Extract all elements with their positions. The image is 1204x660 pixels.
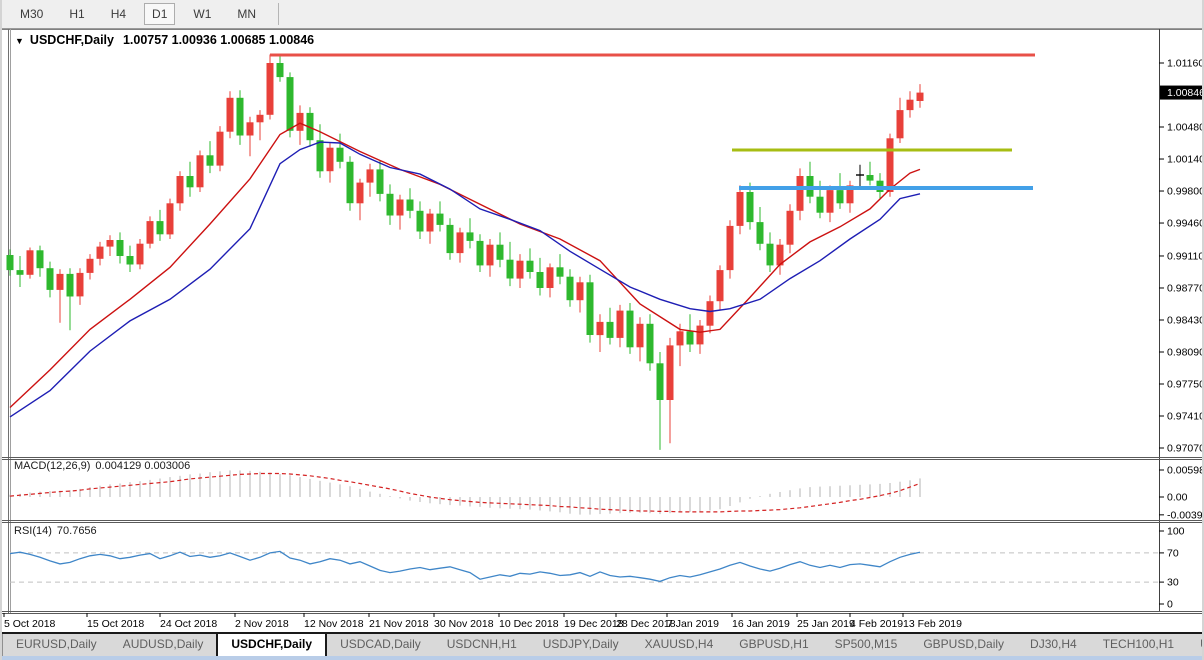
time-axis-label: 24 Oct 2018 <box>160 618 217 630</box>
tab-gbpusd-daily[interactable]: GBPUSD,Daily <box>910 634 1017 658</box>
time-axis-label: 10 Dec 2018 <box>499 618 559 630</box>
time-axis-label: 12 Nov 2018 <box>304 618 364 630</box>
chart-plot-area[interactable]: ▼ USDCHF,Daily 1.00757 1.00936 1.00685 1.0… <box>2 28 1204 632</box>
price-axis-label: 1.00140 <box>1167 154 1204 166</box>
time-axis-label: 7 Jan 2019 <box>667 618 719 630</box>
timeframe-button-m30[interactable]: M30 <box>12 3 51 25</box>
chart-title: ▼ USDCHF,Daily 1.00757 1.00936 1.00685 1.0… <box>15 33 314 47</box>
chart-background <box>7 29 1202 613</box>
time-axis-label: 30 Nov 2018 <box>434 618 494 630</box>
price-axis-label: 0.97410 <box>1167 411 1204 423</box>
price-axis-label: 0.99460 <box>1167 218 1204 230</box>
time-axis-label: 19 Dec 2018 <box>564 618 624 630</box>
price-axis-label: 1.01160 <box>1167 58 1204 70</box>
tab-ui[interactable]: UI <box>1187 634 1202 658</box>
time-axis-label: 21 Nov 2018 <box>369 618 429 630</box>
price-axis-label: 0.98090 <box>1167 346 1204 358</box>
time-axis-label: 5 Oct 2018 <box>4 618 56 630</box>
timeframe-button-h4[interactable]: H4 <box>103 3 134 25</box>
tab-gbpusd-h1[interactable]: GBPUSD,H1 <box>726 634 821 658</box>
macd-axis-label: -0.003954 <box>1167 509 1204 521</box>
tab-usdchf-daily[interactable]: USDCHF,Daily <box>216 634 328 658</box>
macd-values: 0.004129 0.003006 <box>95 460 190 472</box>
time-axis-label: 2 Nov 2018 <box>235 618 289 630</box>
window-bottom-edge <box>2 656 1202 660</box>
timeframe-button-w1[interactable]: W1 <box>185 3 219 25</box>
tab-usdjpy-daily[interactable]: USDJPY,Daily <box>530 634 632 658</box>
rsi-value: 70.7656 <box>57 525 97 537</box>
trading-platform-window: M30 H1 H4 D1 W1 MN ▼ USDCHF,Daily 1.00757 1.009… <box>0 0 1204 660</box>
macd-name: MACD(12,26,9) <box>14 460 90 472</box>
tab-xauusd-h4[interactable]: XAUUSD,H4 <box>632 634 727 658</box>
price-axis-label: 0.97750 <box>1167 379 1204 391</box>
tab-eurusd-daily[interactable]: EURUSD,Daily <box>3 634 110 658</box>
tab-sp500-m15[interactable]: SP500,M15 <box>822 634 911 658</box>
toolbar-separator <box>278 3 280 25</box>
time-axis-label: 15 Oct 2018 <box>87 618 144 630</box>
time-axis-label: 4 Feb 2019 <box>850 618 903 630</box>
tab-dj30-h4[interactable]: DJ30,H4 <box>1017 634 1090 658</box>
rsi-axis-label: 100 <box>1167 526 1185 538</box>
macd-label: MACD(12,26,9) 0.004129 0.003006 <box>14 460 190 472</box>
timeframe-button-h1[interactable]: H1 <box>61 3 92 25</box>
rsi-axis-label: 70 <box>1167 547 1179 559</box>
time-axis-label: 25 Jan 2019 <box>797 618 855 630</box>
chart-tab-bar: EURUSD,Daily AUDUSD,Daily USDCHF,Daily USDC… <box>2 632 1202 658</box>
rsi-axis-label: 0 <box>1167 599 1173 611</box>
price-axis-label: 1.00480 <box>1167 122 1204 134</box>
rsi-name: RSI(14) <box>14 525 52 537</box>
macd-axis-label: 0.005985 <box>1167 464 1204 476</box>
price-axis-label: 0.97070 <box>1167 443 1204 455</box>
chart-dropdown-icon: ▼ <box>15 36 24 46</box>
tab-usdcnh-h1[interactable]: USDCNH,H1 <box>434 634 530 658</box>
time-axis-label: 16 Jan 2019 <box>732 618 790 630</box>
price-axis-label: 0.98430 <box>1167 314 1204 326</box>
price-axis-label: 0.99110 <box>1167 250 1204 262</box>
time-axis-label: 13 Feb 2019 <box>903 618 962 630</box>
price-axis-label: 0.98770 <box>1167 282 1204 294</box>
macd-axis-label: 0.00 <box>1167 492 1188 504</box>
chart-ohlc-values: 1.00757 1.00936 1.00685 1.00846 <box>123 33 314 47</box>
timeframe-button-d1[interactable]: D1 <box>144 3 176 25</box>
tab-tech100-h1[interactable]: TECH100,H1 <box>1090 634 1187 658</box>
tab-usdcad-daily[interactable]: USDCAD,Daily <box>327 634 434 658</box>
current-price-value: 1.00846 <box>1167 87 1204 99</box>
chart-symbol-label: USDCHF,Daily <box>30 33 114 47</box>
price-axis-label: 0.99800 <box>1167 186 1204 198</box>
timeframe-button-mn[interactable]: MN <box>229 3 264 25</box>
rsi-axis-label: 30 <box>1167 577 1179 589</box>
timeframe-toolbar: M30 H1 H4 D1 W1 MN <box>2 0 1202 29</box>
tab-audusd-daily[interactable]: AUDUSD,Daily <box>110 634 217 658</box>
